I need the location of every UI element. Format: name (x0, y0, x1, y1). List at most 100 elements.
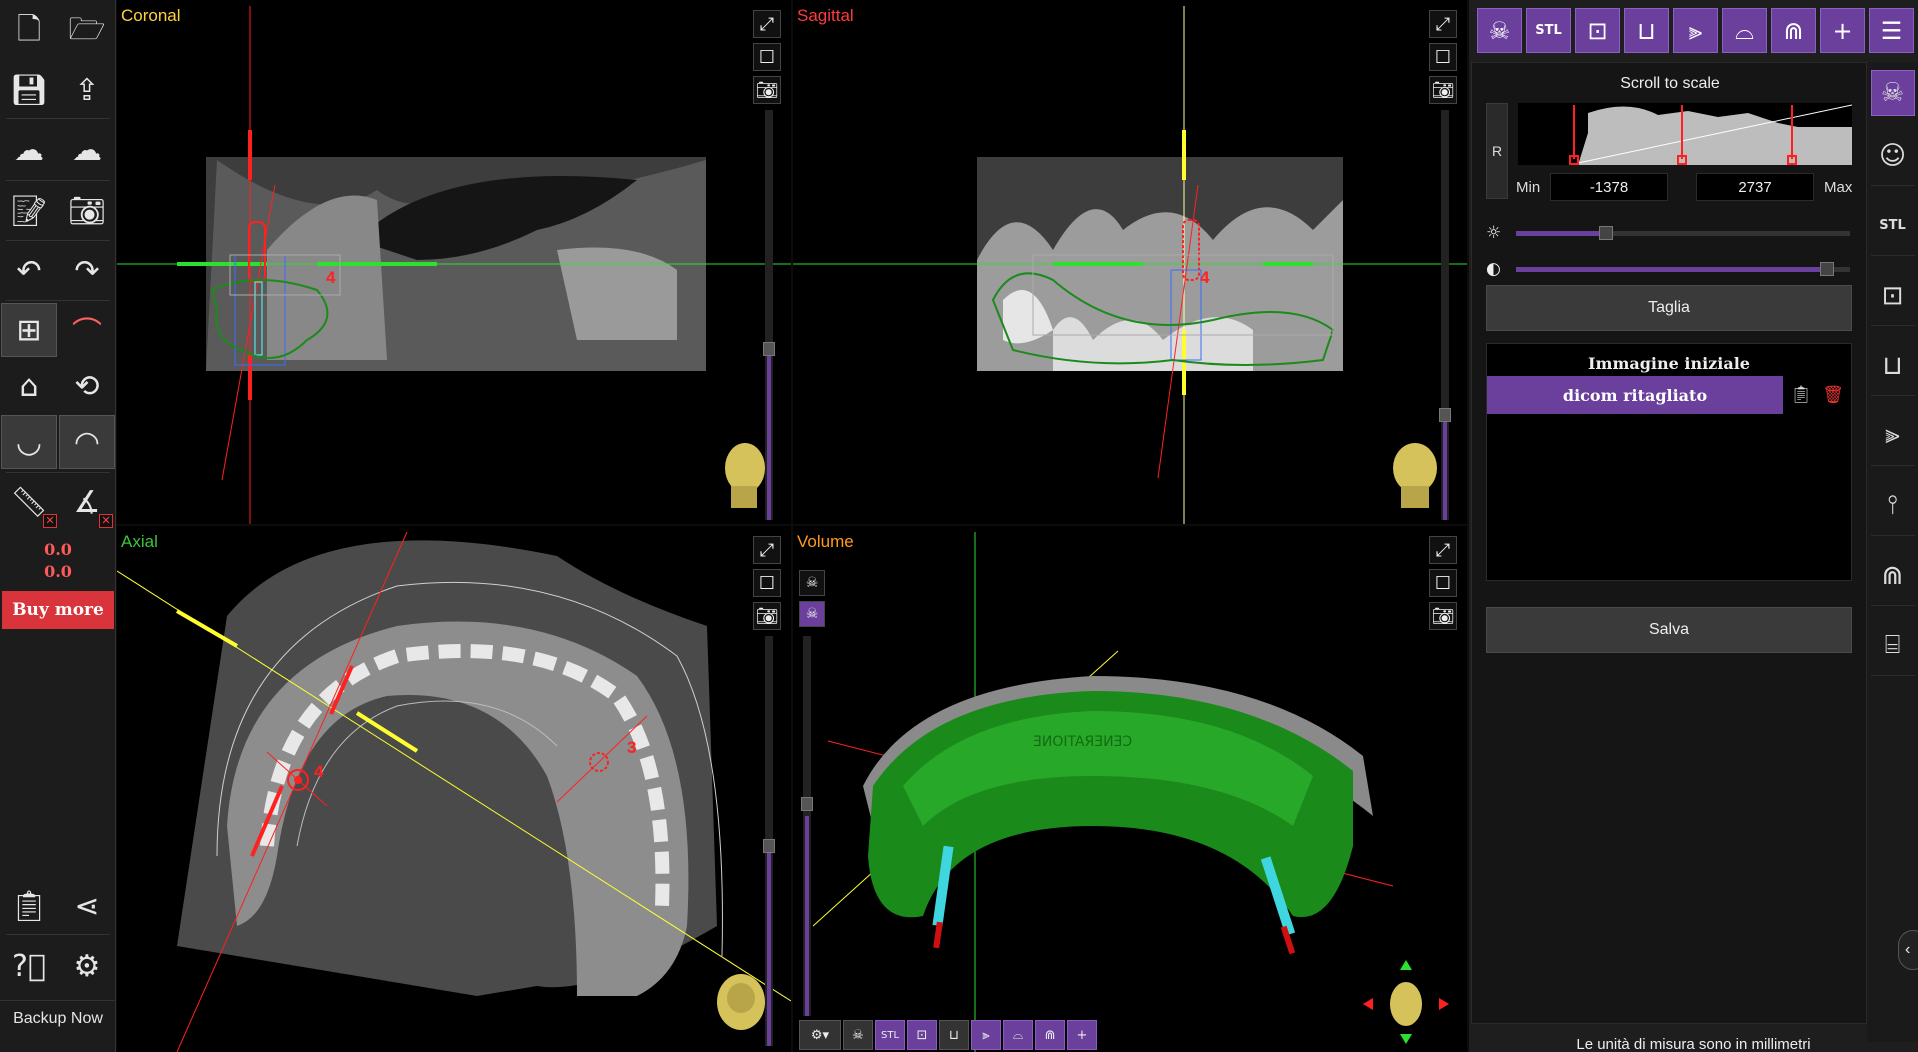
tooth-icon[interactable]: ⊔ (939, 1020, 969, 1050)
divider (6, 180, 110, 181)
axial-viewport[interactable]: 4 3 Axial ⤢ ☐ 📷︎ (117, 526, 791, 1052)
stl-icon[interactable]: STL (1870, 196, 1915, 256)
window-icon[interactable]: ☐ (1429, 569, 1457, 597)
viewport-title: Coronal (121, 6, 181, 25)
redo-icon[interactable]: ↷ (59, 244, 115, 298)
window-icon[interactable]: ☐ (753, 43, 781, 71)
min-input[interactable] (1550, 173, 1668, 201)
share-icon[interactable]: ⋖ (59, 879, 115, 933)
notes-icon[interactable]: 📋︎ (1787, 380, 1815, 410)
arch-icon[interactable]: ⋒ (1870, 546, 1915, 606)
buy-more-button[interactable]: Buy more (2, 591, 114, 629)
divider (6, 240, 110, 241)
cloud-upload-icon[interactable]: ☁ (59, 123, 115, 177)
implant-icon[interactable]: ⫸ (971, 1020, 1001, 1050)
guide-icon[interactable]: ⌓ (1722, 8, 1767, 53)
right-panel: ☠ STL ⊡ ⊔ ⫸ ⌓ ⋒ + ☰ Scroll to scale R Mi… (1469, 0, 1918, 1052)
clear-angle-icon[interactable]: ✕ (99, 514, 113, 528)
contrast-thumb[interactable] (1820, 262, 1834, 276)
sagittal-viewport[interactable]: 4 Sagittal ⤢ ☐ 📷︎ (793, 0, 1467, 524)
snapshot-icon[interactable]: 📷︎ (1429, 602, 1457, 630)
implant-icon[interactable]: ⫸ (1673, 8, 1718, 53)
maximize-icon[interactable]: ⤢ (753, 10, 781, 38)
layout-icon[interactable]: ⊞ (1, 303, 57, 357)
brightness-thumb[interactable] (1599, 226, 1613, 240)
snapshot-icon[interactable]: 📷︎ (1429, 76, 1457, 104)
maximize-icon[interactable]: ⤢ (1429, 10, 1457, 38)
new-file-icon[interactable]: 🗋 (1, 5, 57, 59)
settings-icon[interactable]: ⚙ (59, 939, 115, 993)
teeth-icon[interactable]: ⊡ (1575, 8, 1620, 53)
orientation-head-icon[interactable] (717, 438, 773, 510)
arch-icon[interactable]: ⋒ (1035, 1020, 1065, 1050)
sagittal-image (793, 6, 1467, 524)
contrast-track[interactable] (1516, 262, 1850, 276)
implant-icon[interactable]: ⫸ (1870, 406, 1915, 466)
help-icon[interactable]: ?⃝ (1, 939, 57, 993)
volume-viewport[interactable]: ƎИOITAЯƎИƎƆ Volume ☠ ☠ ⤢ ☐ 📷︎ ⚙▾ ☠ STL ⊡… (793, 526, 1467, 1052)
rotate-view-icon[interactable]: ⟲ (59, 359, 115, 413)
coronal-viewport[interactable]: 4 Coronal ⤢ ☐ 📷︎ (117, 0, 791, 524)
plus-icon[interactable]: + (1820, 8, 1865, 53)
lower-jaw-icon[interactable]: ◡ (1, 415, 57, 469)
orientation-head-icon[interactable] (1383, 438, 1443, 510)
window-icon[interactable]: ☐ (1429, 43, 1457, 71)
stl-tab[interactable]: STL (1526, 8, 1571, 53)
arch-curve-icon[interactable]: ⌒ (59, 303, 115, 357)
add-icon[interactable]: + (1067, 1020, 1097, 1050)
tooth-label: 4 (1200, 268, 1210, 287)
history-item-cropped-dicom[interactable]: dicom ritagliato (1487, 376, 1783, 414)
snapshot-icon[interactable]: 📷︎ (753, 76, 781, 104)
pin-icon[interactable]: ⫯ (1870, 476, 1915, 536)
brightness-slider[interactable]: ☼ (1486, 223, 1856, 243)
skull-icon[interactable]: ☠ (843, 1020, 873, 1050)
guide-icon[interactable]: ⌓ (1003, 1020, 1033, 1050)
skull-outline-icon[interactable]: ☠ (799, 570, 825, 596)
snapshot-icon[interactable]: 📷︎ (753, 602, 781, 630)
viewport-tools: ⤢ ☐ 📷︎ (1429, 10, 1459, 109)
undo-icon[interactable]: ↶ (1, 244, 57, 298)
window-icon[interactable]: ☐ (753, 569, 781, 597)
viewport-title: Sagittal (797, 6, 854, 25)
orientation-gizmo-icon[interactable] (1361, 956, 1451, 1046)
density-histogram[interactable] (1518, 103, 1852, 165)
export-icon[interactable]: ⇪ (59, 63, 115, 117)
tooth-icon[interactable]: ⊔ (1624, 8, 1669, 53)
arch-icon[interactable]: ⋒ (1771, 8, 1816, 53)
open-folder-icon[interactable]: 🗁 (59, 5, 115, 59)
reset-button[interactable]: R (1486, 103, 1508, 199)
clear-ruler-icon[interactable]: ✕ (43, 514, 57, 528)
skull-icon[interactable]: ☠ (799, 601, 825, 627)
cut-button[interactable]: Taglia (1486, 285, 1852, 331)
skull-icon[interactable]: ☠ (1870, 70, 1915, 116)
cloud-download-icon[interactable]: ☁ (1, 123, 57, 177)
save-button[interactable]: Salva (1486, 607, 1852, 653)
upper-jaw-icon[interactable]: ◠ (59, 415, 115, 469)
render-settings-dropdown[interactable]: ⚙▾ (799, 1020, 841, 1050)
max-input[interactable] (1696, 173, 1814, 201)
backup-now-button[interactable]: Backup Now (0, 1000, 116, 1036)
save-icon[interactable]: 💾︎ (1, 63, 57, 117)
teeth-icon[interactable]: ⊡ (907, 1020, 937, 1050)
home-view-icon[interactable]: ⌂ (1, 359, 57, 413)
user-list-icon[interactable]: ☰ (1869, 8, 1914, 53)
opacity-slider[interactable] (801, 636, 813, 1016)
contrast-slider[interactable]: ◐ (1486, 259, 1856, 279)
scan-head-icon[interactable]: ☺ (1870, 126, 1915, 186)
guide-icon[interactable]: ⌸ (1870, 616, 1915, 676)
skull-icon[interactable]: ☠ (1477, 8, 1522, 53)
viewport-tools: ⤢ ☐ 📷︎ (1429, 536, 1459, 635)
maximize-icon[interactable]: ⤢ (1429, 536, 1457, 564)
delete-icon[interactable]: 🗑︎ (1819, 380, 1847, 410)
orientation-head-icon[interactable] (713, 968, 769, 1032)
camera-icon[interactable]: 📷︎ (59, 184, 115, 238)
tooth-icon[interactable]: ⊔ (1870, 336, 1915, 396)
collapse-panel-button[interactable]: ‹ (1898, 930, 1918, 970)
maximize-icon[interactable]: ⤢ (753, 536, 781, 564)
teeth-icon[interactable]: ⊡ (1870, 266, 1915, 326)
stl-toggle[interactable]: STL (875, 1020, 905, 1050)
brightness-track[interactable] (1516, 226, 1850, 240)
brightness-fill (1516, 231, 1606, 236)
clipboard-icon[interactable]: 📋︎ (1, 879, 57, 933)
report-icon[interactable]: 📝︎ (1, 184, 57, 238)
